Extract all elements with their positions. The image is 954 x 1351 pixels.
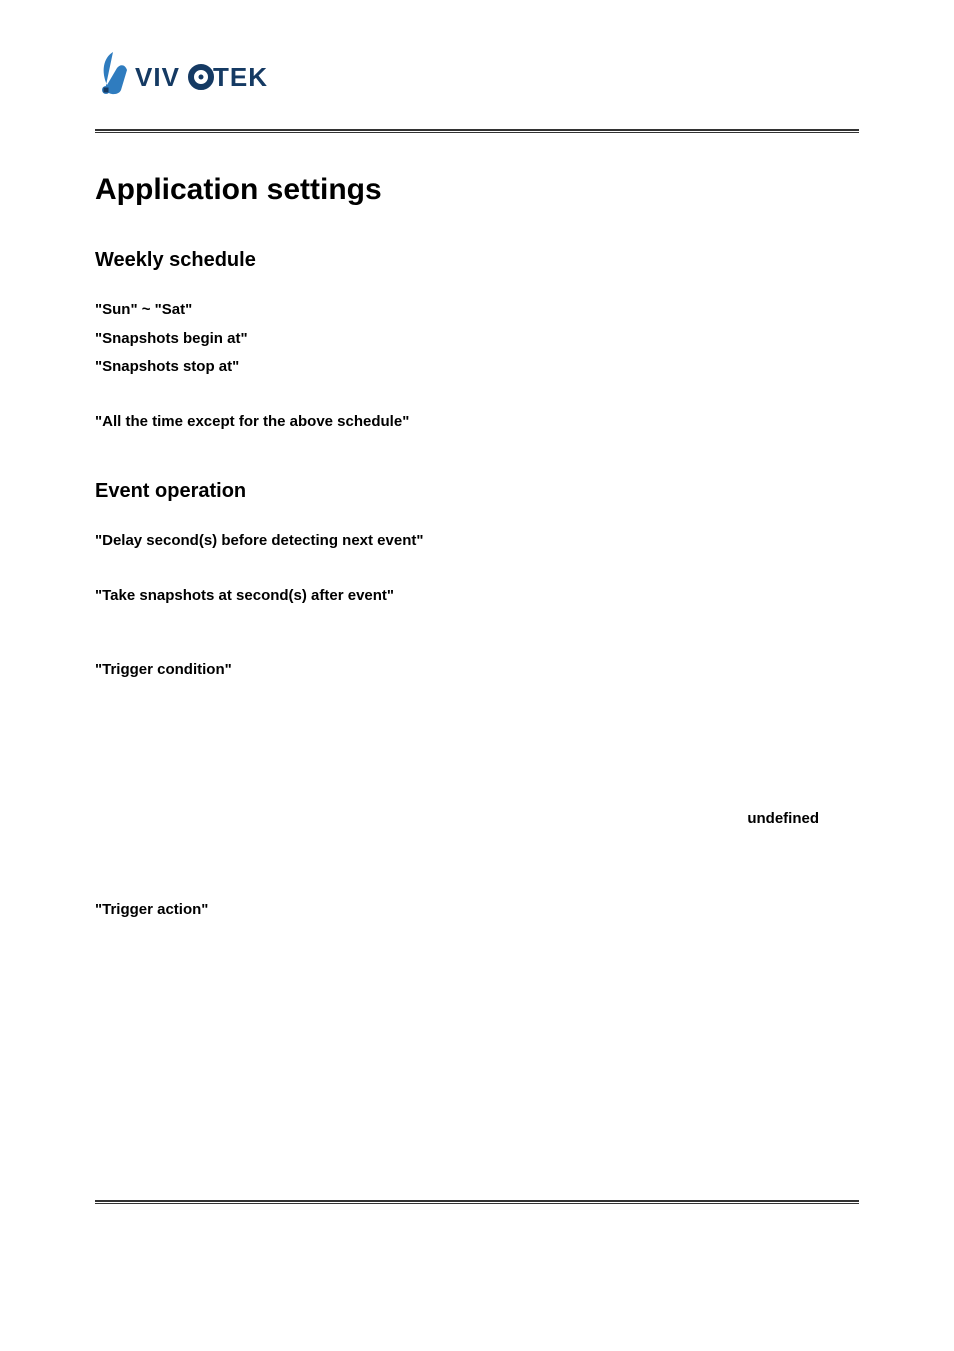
- vivotek-logo-icon: VIV TEK: [95, 50, 315, 100]
- setting-snapshots-begin: "Snapshots begin at": [95, 325, 859, 354]
- document-page: VIV TEK Application settings Weekly sche…: [0, 0, 954, 1351]
- setting-trigger-action: "Trigger action": [95, 896, 859, 925]
- section-heading-event-operation: Event operation: [95, 480, 859, 503]
- svg-text:TEK: TEK: [213, 62, 268, 92]
- setting-sun-sat: "Sun" ~ "Sat": [95, 296, 859, 325]
- brand-logo: VIV TEK: [95, 50, 859, 105]
- text-undefined: undefined: [95, 810, 859, 827]
- setting-take-snapshots-after: "Take snapshots at second(s) after event…: [95, 582, 859, 611]
- document-body: Application settings Weekly schedule "Su…: [95, 133, 859, 924]
- setting-all-time-except: "All the time except for the above sched…: [95, 408, 859, 437]
- setting-delay-seconds: "Delay second(s) before detecting next e…: [95, 527, 859, 556]
- page-title: Application settings: [95, 173, 859, 207]
- bottom-divider: [95, 1200, 859, 1204]
- top-divider: [95, 129, 859, 133]
- setting-trigger-condition: "Trigger condition": [95, 656, 859, 685]
- setting-snapshots-stop: "Snapshots stop at": [95, 353, 859, 382]
- svg-text:VIV: VIV: [135, 62, 180, 92]
- section-heading-weekly-schedule: Weekly schedule: [95, 249, 859, 272]
